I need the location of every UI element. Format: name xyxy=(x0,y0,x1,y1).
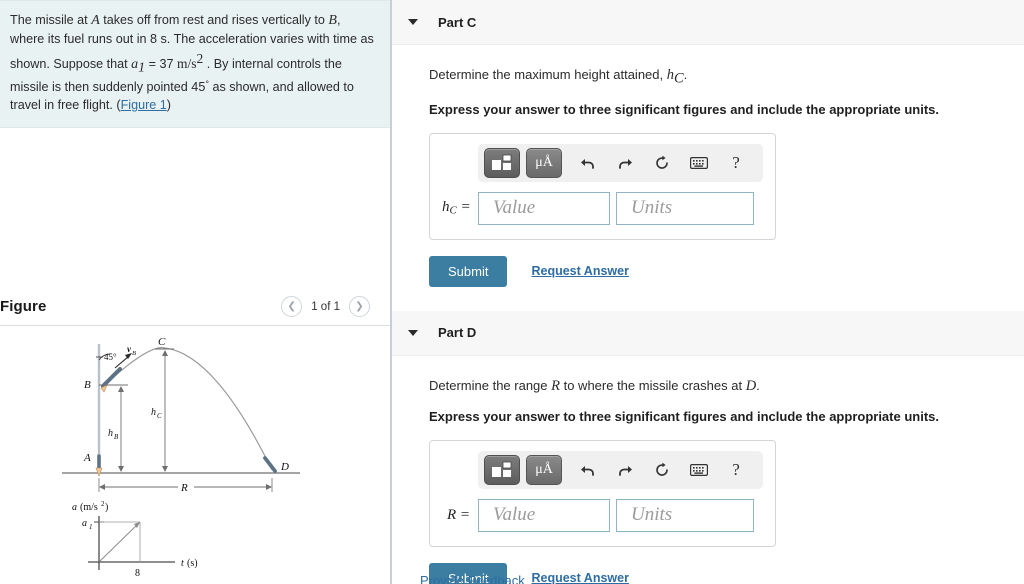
chevron-down-icon[interactable] xyxy=(408,19,418,25)
trajectory-and-acceleration-figure: 45° v B A B C D h B h C R a (m/s 2) a 1… xyxy=(62,336,300,579)
figure-diagram[interactable]: 45° v B A B C D h B h C R a (m/s 2) a 1… xyxy=(0,330,390,584)
figure-header: Figure ❮ 1 of 1 ❯ xyxy=(0,288,390,326)
part-c-input-row: hC = Value Units xyxy=(442,191,763,225)
part-d-prompt-pre: Determine the range xyxy=(429,377,552,393)
redo-icon[interactable] xyxy=(610,456,640,484)
part-c-variable-label: hC = xyxy=(442,199,478,217)
keyboard-icon[interactable] xyxy=(684,149,714,177)
mastering-physics-page: The missile at A takes off from rest and… xyxy=(0,0,1024,584)
svg-text:t: t xyxy=(181,558,184,569)
part-c-prompt-pre: Determine the maximum height attained, xyxy=(429,67,667,82)
part-d-label: Part D xyxy=(438,325,477,341)
part-c-request-answer-link[interactable]: Request Answer xyxy=(531,264,628,278)
undo-icon[interactable] xyxy=(573,149,603,177)
help-icon[interactable]: ? xyxy=(721,149,751,177)
part-d-header[interactable]: Part D xyxy=(392,310,1024,356)
figure-1-link[interactable]: Figure 1 xyxy=(121,98,167,112)
units-button[interactable]: μÅ xyxy=(526,147,562,178)
part-c-actions: Submit Request Answer xyxy=(429,255,1024,287)
part-d-value-input[interactable]: Value xyxy=(478,498,610,532)
undo-icon[interactable] xyxy=(573,456,603,484)
math-template-icon[interactable] xyxy=(484,147,520,178)
left-panel: The missile at A takes off from rest and… xyxy=(0,0,392,584)
chevron-right-icon[interactable]: ❯ xyxy=(349,296,370,317)
part-c-var-eq: = xyxy=(456,199,471,216)
svg-text:8: 8 xyxy=(135,568,140,579)
part-d-request-answer-link[interactable]: Request Answer xyxy=(531,571,628,584)
problem-units: m/s xyxy=(177,55,197,71)
svg-text:D: D xyxy=(280,461,289,473)
part-d-prompt-var: R xyxy=(551,377,560,394)
help-icon[interactable]: ? xyxy=(721,456,751,484)
redo-icon[interactable] xyxy=(610,149,640,177)
problem-var-a: A xyxy=(91,13,100,28)
svg-text:C: C xyxy=(157,412,162,420)
part-d-variable-label: R = xyxy=(442,507,478,524)
svg-text:B: B xyxy=(84,379,91,391)
part-d-units-input[interactable]: Units xyxy=(616,498,754,532)
part-d-prompt: Determine the range R to where the missi… xyxy=(429,378,1024,395)
part-c-prompt: Determine the maximum height attained, h… xyxy=(429,67,1024,88)
chevron-down-icon[interactable] xyxy=(408,329,418,336)
part-c-prompt-var-sub: C xyxy=(673,70,684,87)
part-c-units-input[interactable]: Units xyxy=(616,191,754,225)
svg-text:a: a xyxy=(72,502,77,513)
svg-text:h: h xyxy=(151,407,156,418)
part-c-body: Determine the maximum height attained, h… xyxy=(392,45,1024,287)
problem-statement: The missile at A takes off from rest and… xyxy=(0,0,390,128)
svg-text:A: A xyxy=(83,452,91,464)
part-c-submit-button[interactable]: Submit xyxy=(429,255,508,287)
svg-text:B: B xyxy=(132,350,136,357)
part-d-prompt-post-var: D xyxy=(745,377,757,394)
svg-text:): ) xyxy=(105,502,108,513)
part-d-prompt-post: to where the missile crashes at xyxy=(559,377,746,393)
problem-var-b: B xyxy=(328,13,337,28)
provide-feedback-link[interactable]: Provide Feedback xyxy=(420,573,525,584)
svg-text:R: R xyxy=(180,482,188,494)
svg-text:(m/s: (m/s xyxy=(80,502,98,513)
keyboard-icon[interactable] xyxy=(684,456,714,484)
problem-text-6: ) xyxy=(166,97,171,112)
part-d-toolbar: μÅ ? xyxy=(478,450,763,489)
math-template-icon[interactable] xyxy=(484,454,520,485)
problem-text-1: The missile at xyxy=(10,13,92,27)
part-d-var: R xyxy=(446,506,457,523)
svg-text:C: C xyxy=(158,336,166,348)
svg-text:B: B xyxy=(114,433,119,441)
figure-title: Figure xyxy=(0,298,47,315)
svg-text:h: h xyxy=(108,428,113,439)
part-d-input-row: R = Value Units xyxy=(442,498,763,532)
part-c-prompt-var: h xyxy=(666,67,674,83)
part-c-prompt-post: . xyxy=(683,67,688,82)
reset-icon[interactable] xyxy=(647,149,677,177)
problem-text-2: takes off from rest and rises vertically… xyxy=(99,13,329,27)
svg-text:45°: 45° xyxy=(104,352,117,362)
svg-text:1: 1 xyxy=(89,523,93,531)
chevron-left-icon[interactable]: ❮ xyxy=(281,296,303,317)
part-d-instruction: Express your answer to three significant… xyxy=(429,408,939,424)
part-c-answer-box: μÅ ? hC = Value Units xyxy=(429,132,776,240)
part-c-toolbar: μÅ ? xyxy=(478,143,763,182)
part-c-value-input[interactable]: Value xyxy=(478,191,610,225)
svg-text:a: a xyxy=(82,518,87,529)
svg-text:(s): (s) xyxy=(187,558,198,569)
part-d-var-eq: = xyxy=(456,506,470,523)
part-d-prompt-end: . xyxy=(756,377,760,393)
problem-equals: = 37 xyxy=(145,56,177,71)
part-d-answer-box: μÅ ? R = Value Units xyxy=(429,439,776,547)
figure-pager: ❮ 1 of 1 ❯ xyxy=(281,296,370,317)
right-panel: Part C Determine the maximum height atta… xyxy=(392,0,1024,584)
units-button[interactable]: μÅ xyxy=(526,454,562,485)
part-c-instruction: Express your answer to three significant… xyxy=(429,101,939,117)
figure-page-label: 1 of 1 xyxy=(311,300,340,313)
part-c-label: Part C xyxy=(438,14,477,30)
reset-icon[interactable] xyxy=(647,456,677,484)
part-c-header[interactable]: Part C xyxy=(392,0,1024,45)
part-d-body: Determine the range R to where the missi… xyxy=(392,356,1024,584)
part-c-var: h xyxy=(442,199,450,216)
part-c-var-sub: C xyxy=(449,204,457,217)
